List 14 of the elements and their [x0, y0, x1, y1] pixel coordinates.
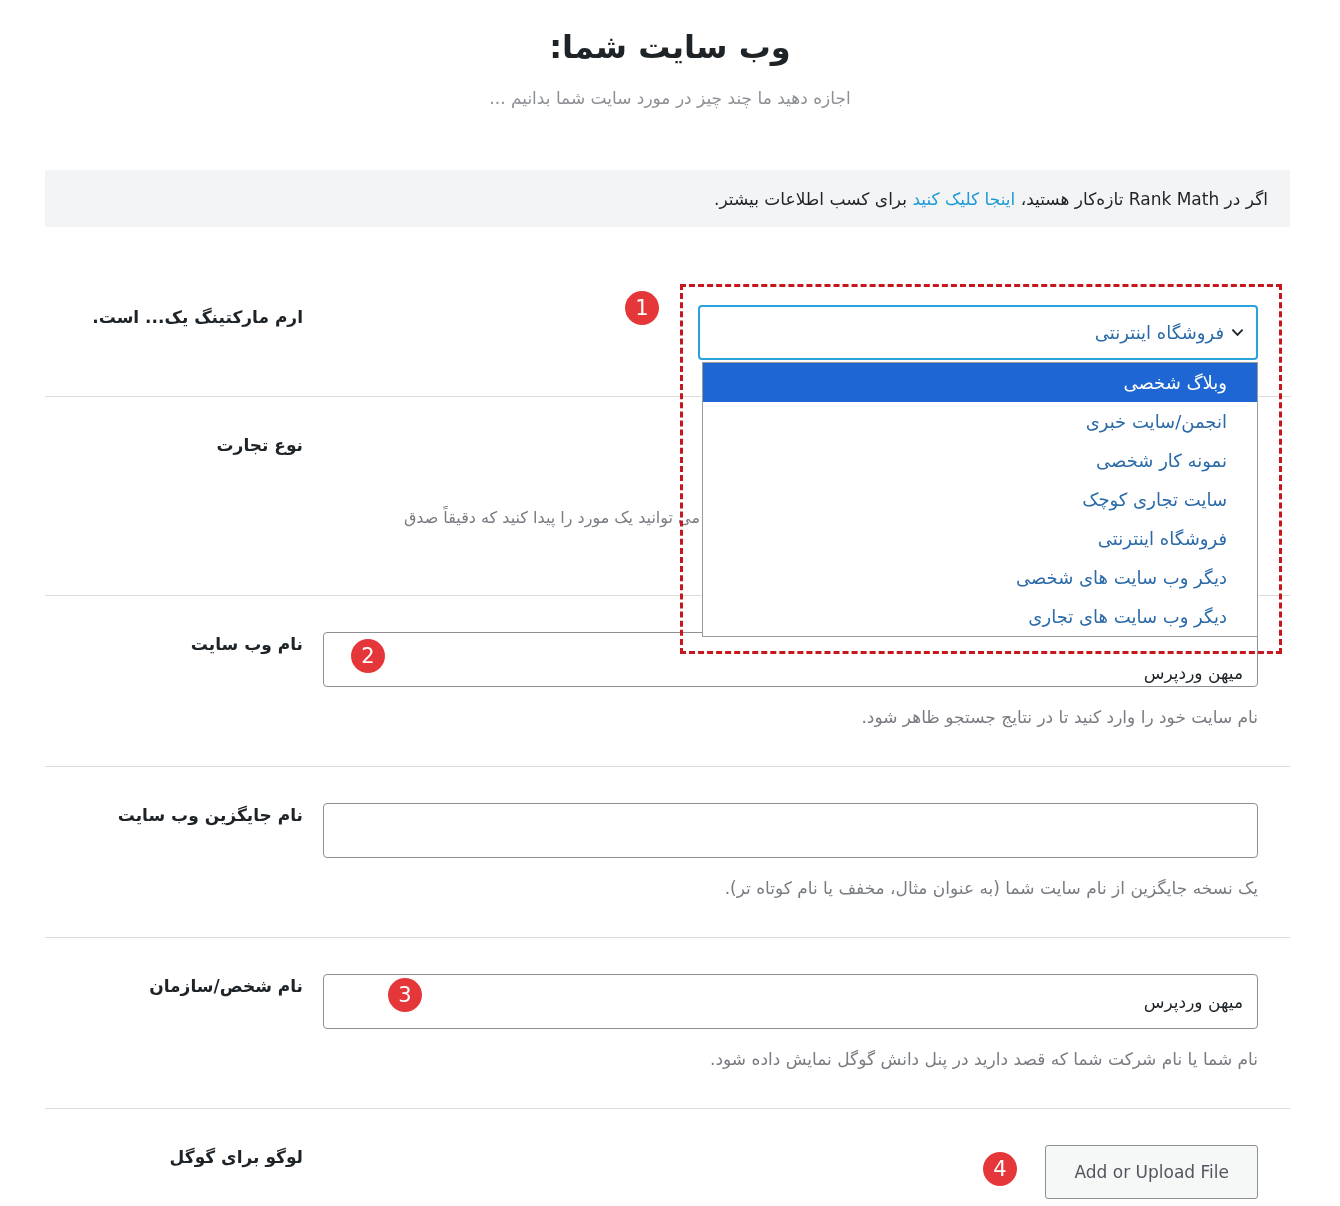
notice-text: اگر در Rank Math تازه‌کار هستید، اینجا کلیک کنید برای کسب اطلاعات بیشتر. [714, 187, 1268, 211]
help-text: نام سایت خود را وارد کنید تا در نتایج جستجو ظاهر شود. [861, 706, 1258, 729]
help-text: یک نسخه جایگزین از نام سایت شما (به عنوان مثال، مخفف یا نام کوتاه تر). [724, 877, 1258, 900]
page-subtitle: اجازه دهید ما چند چیز در مورد سایت شما بدانیم ... [489, 87, 851, 110]
step-number-marker: 4 [983, 1152, 1017, 1186]
field-label: نام وب سایت [190, 633, 303, 656]
field-label: ارم مارکتینگ یک... است. [92, 306, 303, 329]
field-label: نام جایگزین وب سایت [117, 804, 303, 827]
step-number-marker: 1 [625, 291, 659, 325]
page-title: وب سایت شما: [549, 27, 791, 68]
field-label: نوع تجارت [216, 434, 303, 457]
field-label: لوگو برای گوگل [169, 1146, 303, 1169]
help-text: نام شما یا نام شرکت شما که قصد دارید در پنل دانش گوگل نمایش داده شود. [710, 1048, 1258, 1071]
field-label: نام شخص/سازمان [149, 975, 303, 998]
